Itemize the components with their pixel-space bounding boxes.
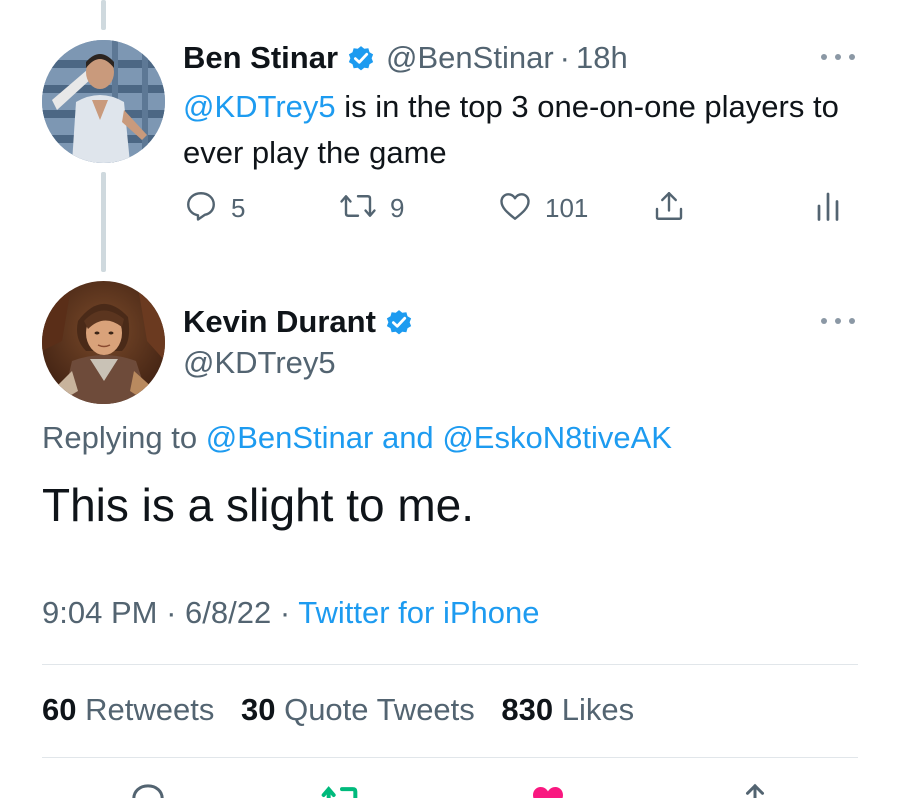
thread-line-top [101,0,106,30]
reply-icon [183,188,219,229]
analytics-button[interactable] [813,188,843,229]
retweet-icon[interactable] [320,780,364,798]
tweet-meta: 9:04 PM · 6/8/22 · Twitter for iPhone [42,595,539,631]
retweet-button[interactable]: 9 [338,188,404,229]
avatar-ben-stinar[interactable] [42,40,165,163]
parent-tweet-header: Ben Stinar @BenStinar · 18h [183,36,628,80]
replying-user-link[interactable]: @EskoN8tiveAK [442,420,672,455]
share-icon[interactable] [735,780,775,798]
author-name[interactable]: Ben Stinar [183,40,338,76]
like-icon [497,188,533,229]
more-icon[interactable] [821,52,855,62]
like-count: 101 [545,193,589,223]
analytics-icon [813,188,843,229]
meta-separator: · [279,595,291,630]
retweet-count: 9 [390,193,405,223]
author-name[interactable]: Kevin Durant [183,304,376,340]
tweet-source-link[interactable]: Twitter for iPhone [298,595,539,630]
replying-to-line: Replying to @BenStinar and @EskoN8tiveAK [42,420,672,456]
replying-user-link[interactable]: @BenStinar [206,420,374,455]
tweet-date[interactable]: 6/8/22 [185,595,271,630]
reply-button[interactable]: 5 [183,188,245,229]
like-button[interactable]: 101 [497,188,588,229]
header-separator: · [559,40,570,75]
parent-tweet-text: @KDTrey5 is in the top 3 one-on-one play… [183,84,843,176]
tweet-time[interactable]: 9:04 PM [42,595,157,630]
like-icon[interactable] [528,780,568,798]
verified-badge-icon [346,43,376,73]
divider [42,664,858,665]
quote-tweets-stat[interactable]: 30 Quote Tweets [241,692,475,727]
reply-tweet-text: This is a slight to me. [42,479,475,531]
reply-icon[interactable] [128,780,168,798]
replying-and[interactable]: and [382,420,434,455]
meta-separator: · [166,595,177,630]
tweet-stats: 60 Retweets 30 Quote Tweets 830 Likes [42,692,652,728]
tweet-actions: 5 9 101 [183,188,853,232]
replying-prefix: Replying to [42,420,198,455]
reply-count: 5 [231,193,246,223]
reply-tweet-header: Kevin Durant [183,300,414,344]
bottom-action-bar [0,780,900,798]
avatar-kevin-durant[interactable] [42,281,165,404]
retweets-stat[interactable]: 60 Retweets [42,692,214,727]
share-icon [651,188,687,229]
author-handle[interactable]: @BenStinar [386,40,554,76]
divider [42,757,858,758]
likes-stat[interactable]: 830 Likes [501,692,634,727]
author-handle[interactable]: @KDTrey5 [183,345,336,381]
tweet-time[interactable]: 18h [576,40,628,76]
more-icon[interactable] [821,316,855,326]
mention-link[interactable]: @KDTrey5 [183,89,336,124]
verified-badge-icon [384,307,414,337]
thread-line-connector [101,172,106,272]
retweet-icon [338,188,378,229]
share-button[interactable] [651,188,687,229]
